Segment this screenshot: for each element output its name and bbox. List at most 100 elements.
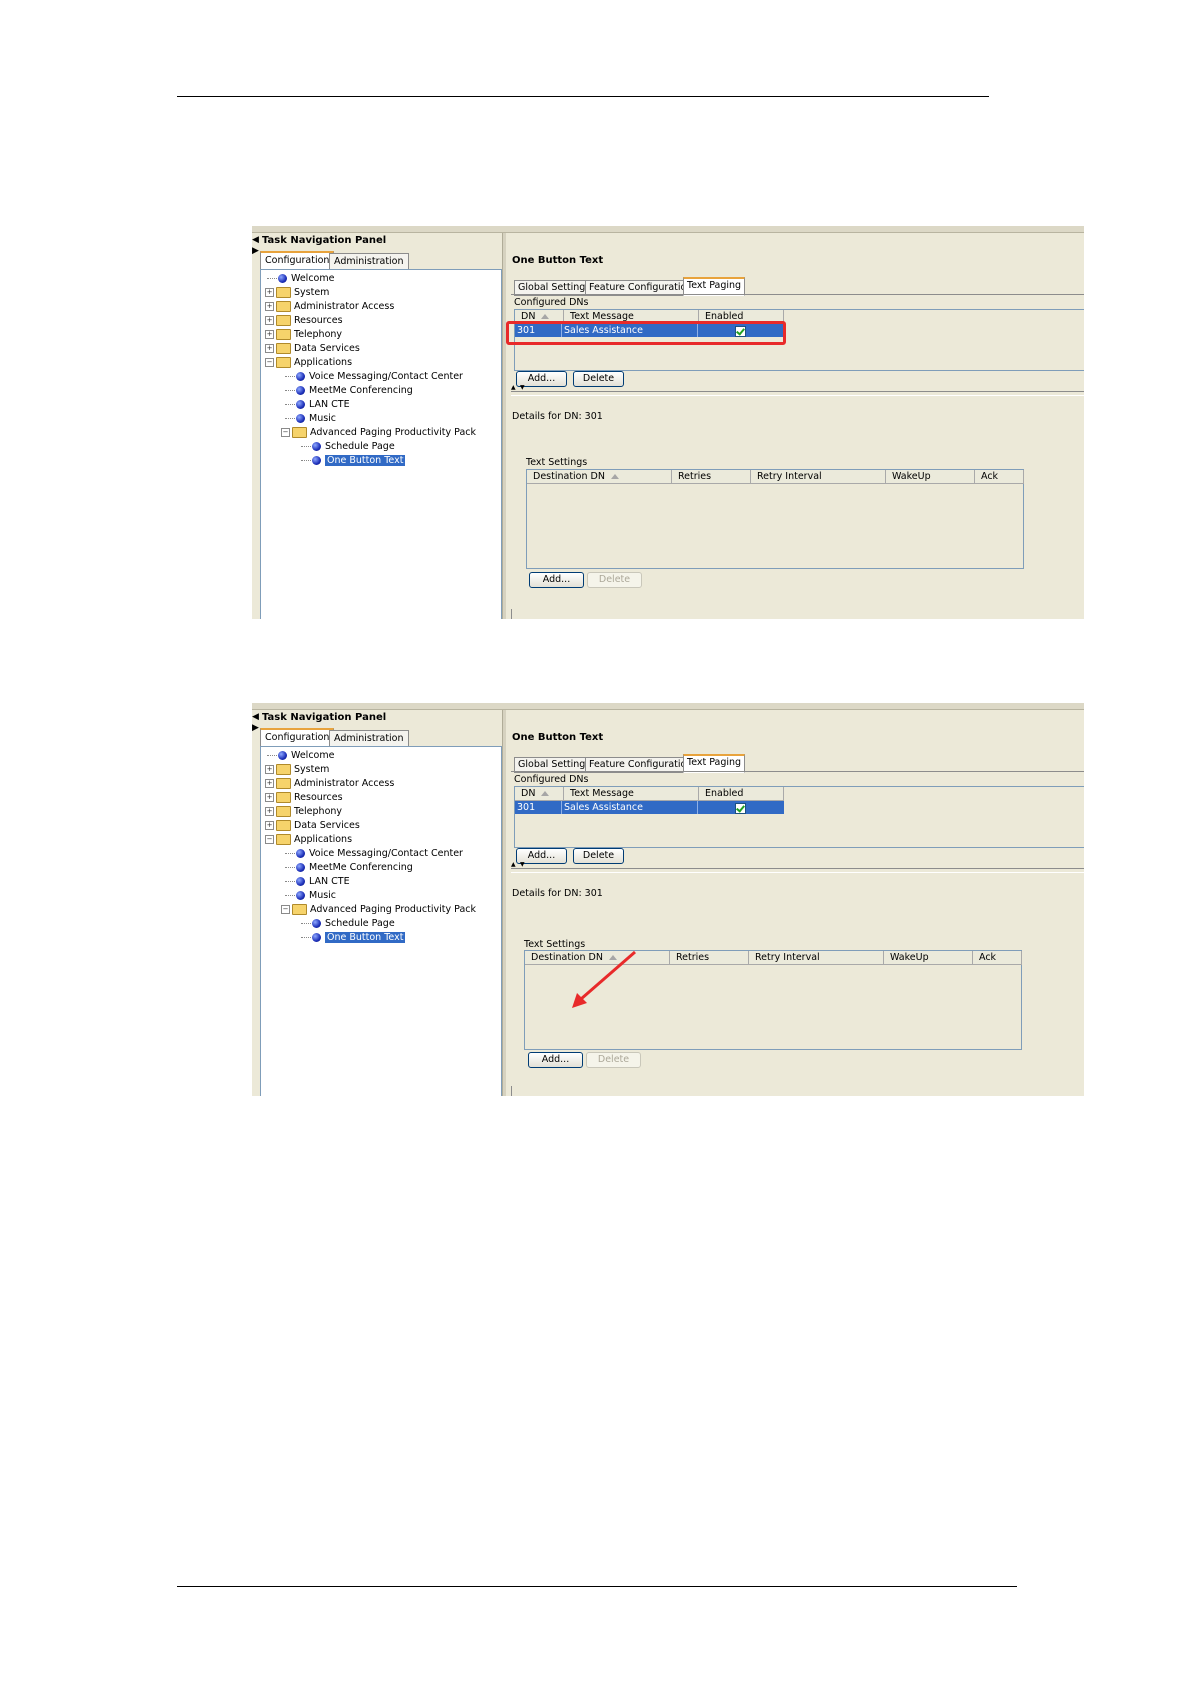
screenshot-2: ◀ ▶ Task Navigation Panel Configuration … [252, 703, 1084, 1096]
tree-item-advanced-paging[interactable]: − Advanced Paging Productivity Pack [281, 903, 476, 916]
col-header-retries[interactable]: Retries [672, 470, 751, 484]
horizontal-splitter[interactable] [511, 391, 1084, 396]
nav-panel-title: Task Navigation Panel [262, 712, 387, 723]
tree-item-one-button-text[interactable]: One Button Text [301, 454, 406, 467]
node-dot-icon [296, 400, 305, 409]
tree-item-meetme-conferencing[interactable]: MeetMe Conferencing [285, 861, 413, 874]
expand-plus-icon[interactable]: + [265, 316, 274, 325]
tree-item-resources[interactable]: + Resources [265, 791, 343, 804]
node-dot-icon [312, 442, 321, 451]
open-folder-icon [292, 427, 307, 438]
folder-icon [276, 301, 291, 312]
collapse-left-icon[interactable]: ◀ [252, 236, 259, 245]
col-header-destination-dn[interactable]: Destination DN [527, 470, 672, 484]
delete-text-setting-button[interactable]: Delete [587, 572, 642, 588]
sort-asc-icon [610, 474, 619, 479]
pointer-arrow [572, 950, 636, 1008]
tree-item-meetme-conferencing[interactable]: MeetMe Conferencing [285, 384, 413, 397]
tree-item-schedule-page[interactable]: Schedule Page [301, 917, 395, 930]
expand-right-icon[interactable]: ▶ [252, 724, 259, 733]
navigation-tree: Welcome + System + Administrator Access + R… [260, 746, 502, 1096]
tree-item-data-services[interactable]: + Data Services [265, 342, 360, 355]
details-label: Details for DN: 301 [512, 411, 603, 422]
expand-plus-icon[interactable]: + [265, 288, 274, 297]
add-text-setting-button[interactable]: Add... [529, 572, 584, 588]
tree-item-schedule-page[interactable]: Schedule Page [301, 440, 395, 453]
col-header-wakeup[interactable]: WakeUp [886, 470, 975, 484]
folder-icon [276, 329, 291, 340]
open-folder-icon [292, 904, 307, 915]
tree-item-resources[interactable]: + Resources [265, 314, 343, 327]
tree-item-music[interactable]: Music [285, 412, 336, 425]
tab-administration[interactable]: Administration [329, 730, 409, 747]
node-dot-icon [278, 751, 287, 760]
nav-panel-title: Task Navigation Panel [262, 235, 387, 246]
expand-plus-icon[interactable]: + [265, 344, 274, 353]
main-panel: One Button Text Global Settings Feature … [506, 233, 1084, 619]
tab-configuration[interactable]: Configuration [260, 728, 335, 747]
expand-plus-icon[interactable]: + [265, 302, 274, 311]
tree-item-applications[interactable]: − Applications [265, 833, 352, 846]
navigation-tree: Welcome + System + Administrator Access + R… [260, 269, 502, 619]
highlight-box [506, 321, 786, 345]
tree-item-telephony[interactable]: + Telephony [265, 328, 342, 341]
expand-right-icon[interactable]: ▶ [252, 247, 259, 256]
tree-item-music[interactable]: Music [285, 889, 336, 902]
collapse-minus-icon[interactable]: − [281, 428, 290, 437]
tree-item-advanced-paging[interactable]: − Advanced Paging Productivity Pack [281, 426, 476, 439]
task-navigation-panel: ◀ ▶ Task Navigation Panel Configuration … [252, 710, 502, 1096]
tree-item-administrator-access[interactable]: + Administrator Access [265, 300, 394, 313]
node-dot-icon [296, 414, 305, 423]
expand-plus-icon[interactable]: + [265, 821, 274, 830]
open-folder-icon [276, 834, 291, 845]
tree-item-lan-cte[interactable]: LAN CTE [285, 398, 350, 411]
tree-item-telephony[interactable]: + Telephony [265, 805, 342, 818]
collapse-minus-icon[interactable]: − [265, 358, 274, 367]
collapse-minus-icon[interactable]: − [281, 905, 290, 914]
tree-item-lan-cte[interactable]: LAN CTE [285, 875, 350, 888]
node-dot-icon [296, 849, 305, 858]
expand-plus-icon[interactable]: + [265, 793, 274, 802]
tree-item-system[interactable]: + System [265, 763, 329, 776]
delete-dn-button[interactable]: Delete [573, 371, 624, 387]
panel-bottom-edge [511, 609, 1084, 619]
footer-rule [177, 1586, 1017, 1587]
tree-item-welcome[interactable]: Welcome [267, 749, 334, 762]
toolbar-strip [252, 703, 1084, 710]
tree-item-system[interactable]: + System [265, 286, 329, 299]
tree-item-voice-messaging[interactable]: Voice Messaging/Contact Center [285, 847, 463, 860]
folder-icon [276, 778, 291, 789]
col-header-ack[interactable]: Ack [975, 470, 1024, 484]
folder-icon [276, 287, 291, 298]
tree-item-applications[interactable]: − Applications [265, 356, 352, 369]
tab-configuration[interactable]: Configuration [260, 251, 335, 270]
node-dot-icon [296, 863, 305, 872]
node-dot-icon [278, 274, 287, 283]
node-dot-icon [312, 456, 321, 465]
tree-item-administrator-access[interactable]: + Administrator Access [265, 777, 394, 790]
task-navigation-panel: ◀ ▶ Task Navigation Panel Configuration … [252, 233, 502, 619]
folder-icon [276, 806, 291, 817]
node-dot-icon [312, 933, 321, 942]
tree-item-voice-messaging[interactable]: Voice Messaging/Contact Center [285, 370, 463, 383]
folder-icon [276, 764, 291, 775]
expand-plus-icon[interactable]: + [265, 765, 274, 774]
node-dot-icon [312, 919, 321, 928]
tree-item-data-services[interactable]: + Data Services [265, 819, 360, 832]
tab-administration[interactable]: Administration [329, 253, 409, 270]
tree-item-welcome[interactable]: Welcome [267, 272, 334, 285]
node-dot-icon [296, 891, 305, 900]
expand-plus-icon[interactable]: + [265, 807, 274, 816]
tab-panel-border [511, 294, 1084, 295]
header-rule [177, 96, 989, 97]
collapse-minus-icon[interactable]: − [265, 835, 274, 844]
configured-dns-label: Configured DNs [514, 297, 589, 308]
collapse-left-icon[interactable]: ◀ [252, 713, 259, 722]
screenshot-1: ◀ ▶ Task Navigation Panel Configuration … [252, 226, 1084, 619]
expand-plus-icon[interactable]: + [265, 779, 274, 788]
col-header-retry-interval[interactable]: Retry Interval [751, 470, 886, 484]
expand-plus-icon[interactable]: + [265, 330, 274, 339]
folder-icon [276, 315, 291, 326]
tree-item-one-button-text[interactable]: One Button Text [301, 931, 406, 944]
text-settings-table: Destination DN Retries Retry Interval Wa… [526, 469, 1024, 569]
